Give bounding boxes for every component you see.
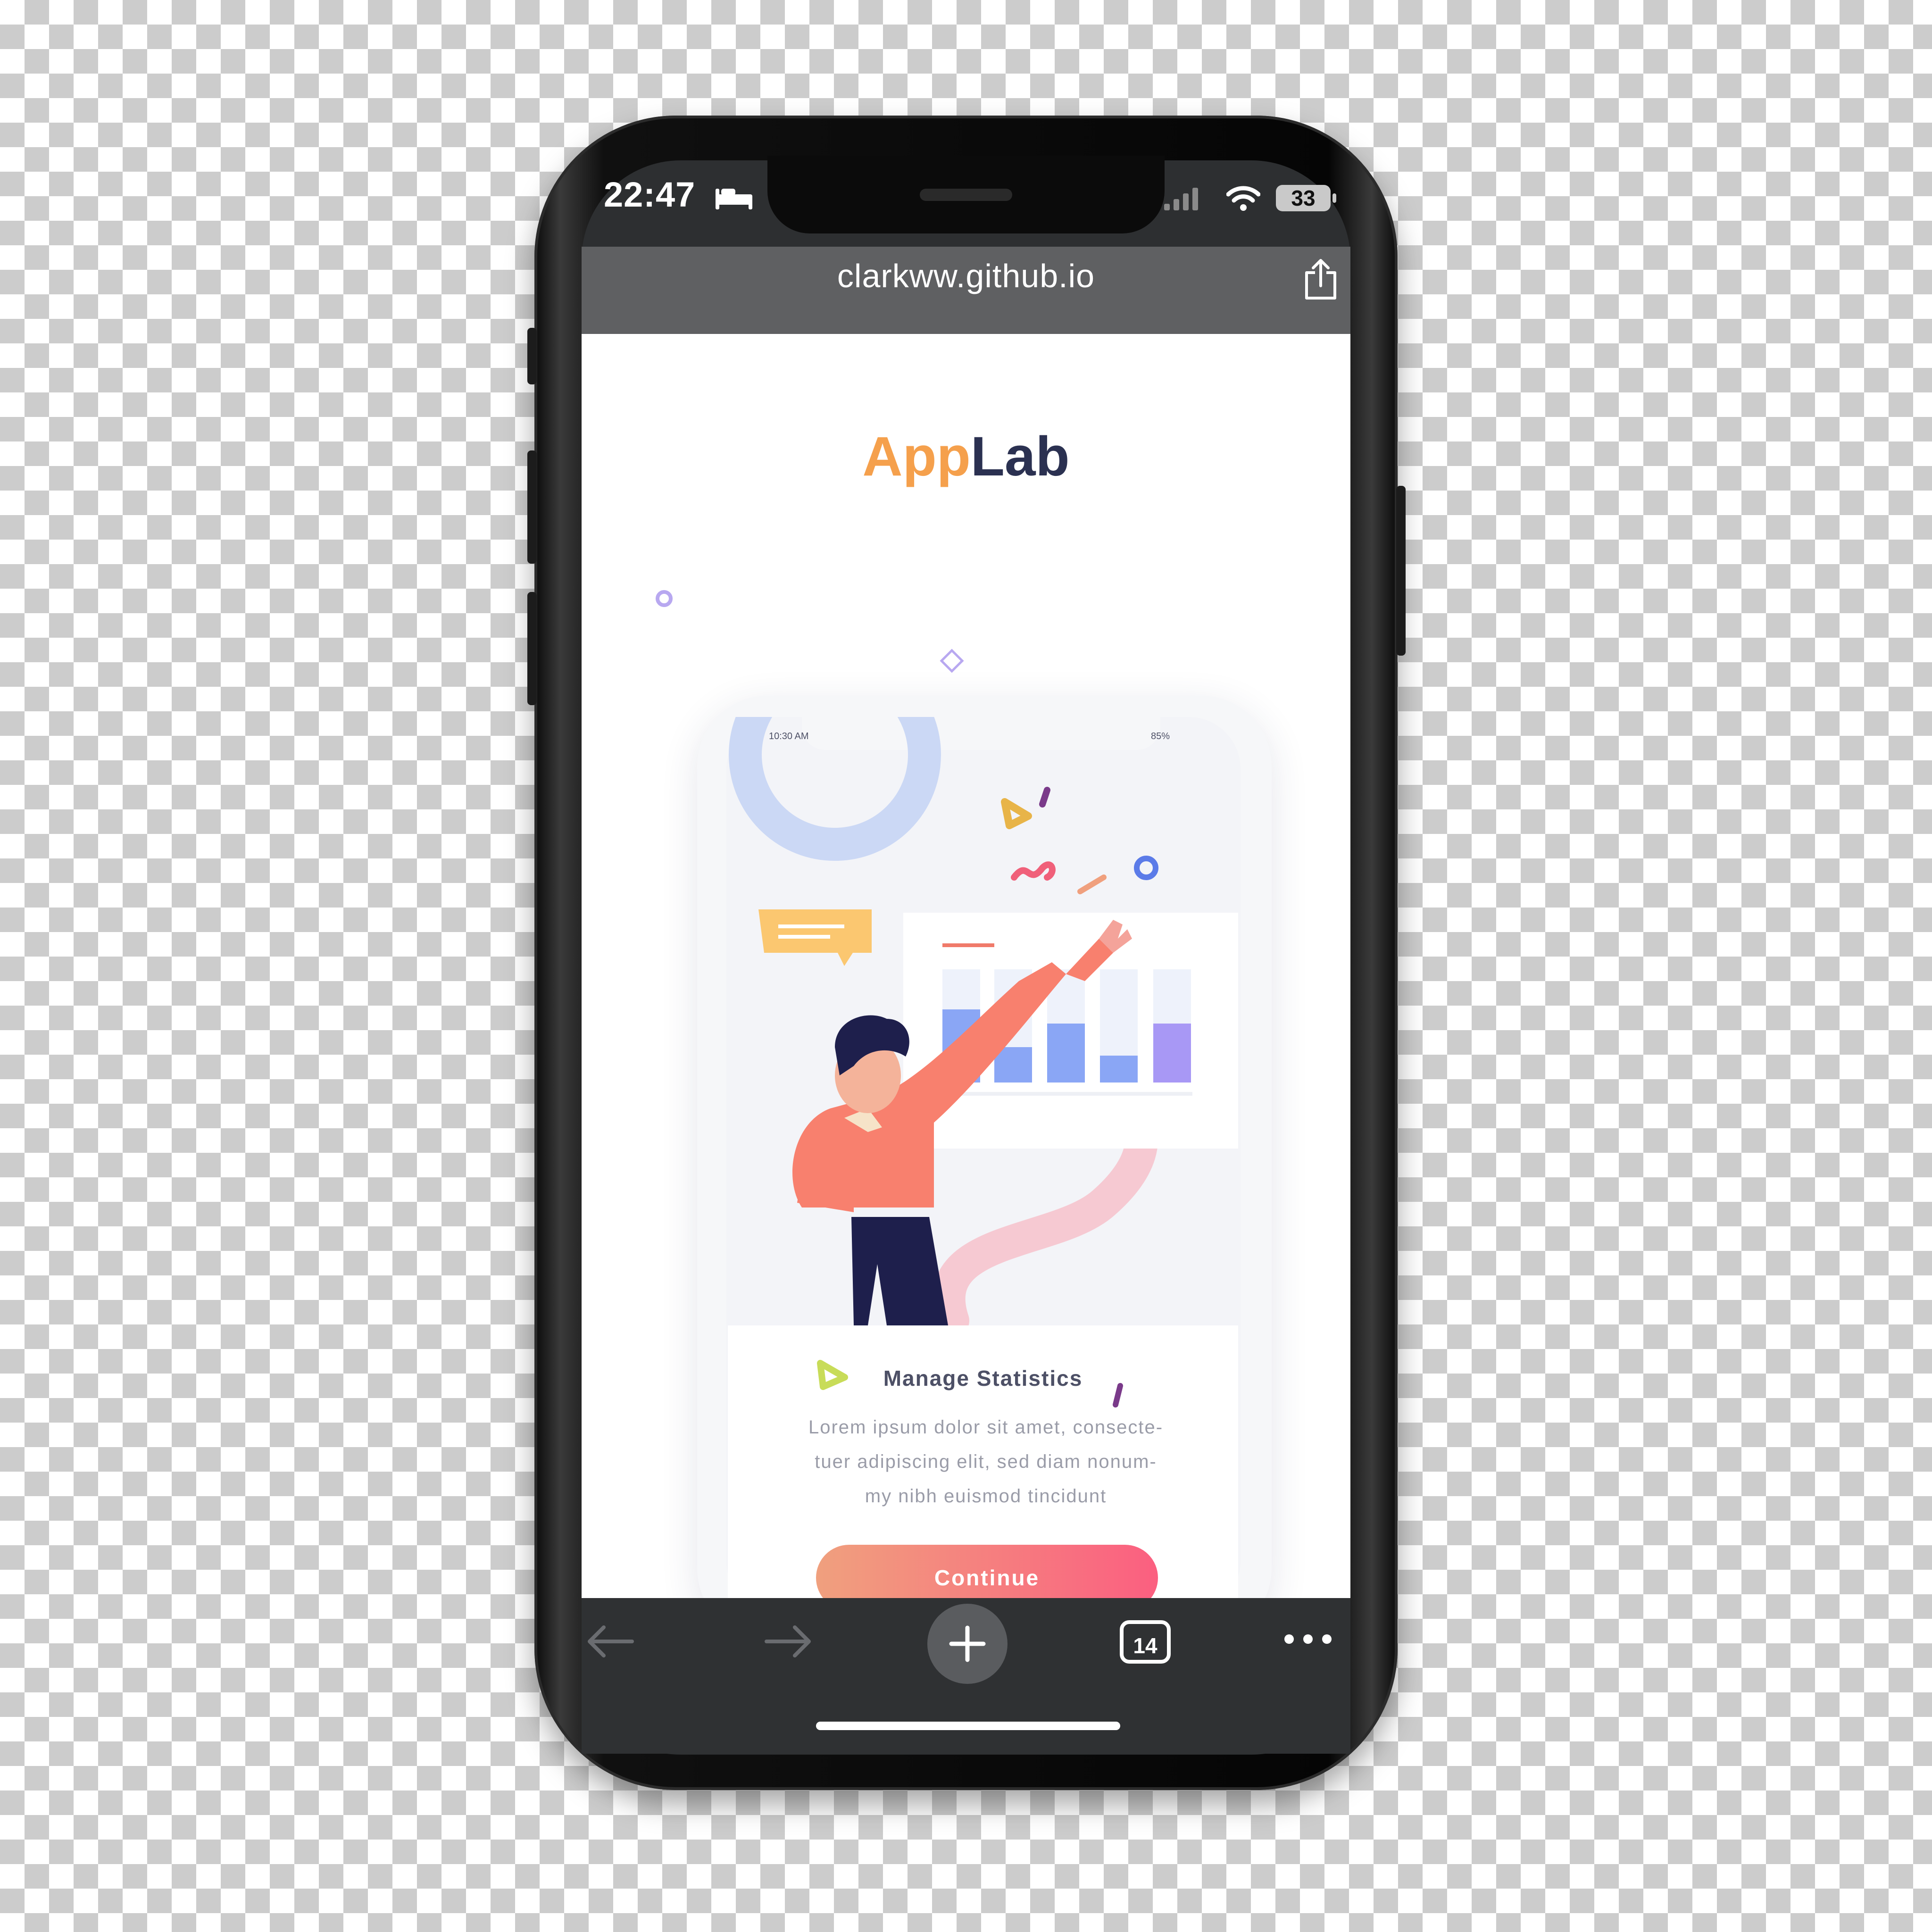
forward-arrow-icon[interactable] xyxy=(762,1623,814,1660)
battery-tip xyxy=(1332,193,1336,203)
card-description-line: my nibh euismod tincidunt xyxy=(865,1486,1107,1507)
tabs-icon[interactable]: 14 xyxy=(1120,1620,1171,1664)
logo-lab: Lab xyxy=(970,425,1070,488)
share-icon[interactable] xyxy=(1302,258,1340,301)
wifi-icon xyxy=(1226,186,1260,211)
logo-app: App xyxy=(862,425,971,488)
card-description-line: Lorem ipsum dolor sit amet, consecte- xyxy=(808,1417,1164,1438)
card-title: Manage Statistics xyxy=(883,1366,1083,1391)
plus-icon[interactable] xyxy=(949,1625,986,1663)
speaker xyxy=(920,189,1012,201)
home-indicator[interactable] xyxy=(816,1722,1120,1730)
bed-icon xyxy=(716,189,752,209)
url-text[interactable]: clarkww.github.io xyxy=(582,257,1350,295)
diamond-decoration-icon xyxy=(940,649,964,673)
presenter-illustration xyxy=(729,717,1238,1325)
signal-icon xyxy=(1164,188,1198,210)
power-button xyxy=(1396,486,1406,656)
volume-up-button xyxy=(527,450,537,564)
volume-down-button xyxy=(527,592,537,705)
status-time: 22:47 xyxy=(604,175,696,214)
app-logo: AppLab xyxy=(582,425,1350,489)
battery-icon: 33 xyxy=(1276,185,1331,211)
back-arrow-icon[interactable] xyxy=(585,1623,637,1660)
card-description-line: tuer adipiscing elit, sed diam nonum- xyxy=(815,1451,1157,1472)
card-description: Lorem ipsum dolor sit amet, consecte- tu… xyxy=(755,1410,1217,1514)
mute-switch xyxy=(527,328,537,384)
circle-decoration-icon xyxy=(656,590,673,607)
more-icon[interactable] xyxy=(1282,1632,1334,1646)
